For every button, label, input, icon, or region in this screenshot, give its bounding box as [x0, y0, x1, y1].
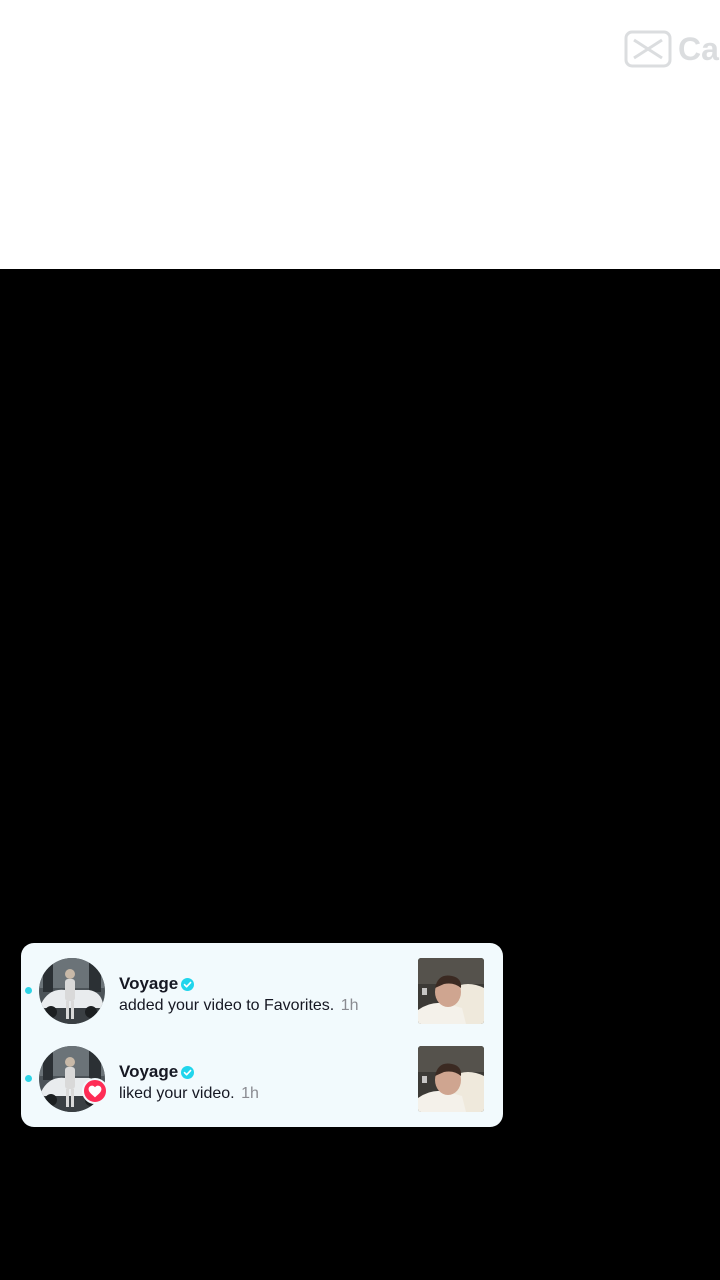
- verified-badge-icon: [181, 977, 195, 991]
- video-thumbnail[interactable]: [418, 1046, 484, 1112]
- capcut-logo-icon: Ca: [624, 30, 719, 68]
- notification-text: liked your video. 1h: [119, 1085, 259, 1103]
- username[interactable]: Voyage: [119, 974, 178, 994]
- top-white-area: Ca: [0, 0, 720, 269]
- notification-text: added your video to Favorites. 1h: [119, 997, 358, 1015]
- notification-card: Voyage added your video to Favorites. 1h: [21, 943, 503, 1127]
- username[interactable]: Voyage: [119, 1062, 178, 1082]
- unread-dot: [25, 1075, 32, 1082]
- username-line: Voyage: [119, 973, 195, 995]
- notification-row-like[interactable]: Voyage liked your video. 1h: [21, 1031, 503, 1119]
- verified-badge-icon: [181, 1065, 195, 1079]
- video-area[interactable]: [0, 269, 720, 1280]
- timestamp: 1h: [340, 997, 359, 1014]
- heart-icon: [88, 1085, 102, 1097]
- unread-dot: [25, 987, 32, 994]
- avatar[interactable]: [39, 958, 105, 1024]
- notification-row-favorites[interactable]: Voyage added your video to Favorites. 1h: [21, 943, 503, 1031]
- capcut-watermark: Ca: [620, 26, 720, 72]
- username-line: Voyage: [119, 1061, 195, 1083]
- video-thumbnail[interactable]: [418, 958, 484, 1024]
- like-badge: [82, 1078, 108, 1104]
- svg-text:Ca: Ca: [678, 31, 719, 67]
- action-text: liked your video.: [119, 1085, 235, 1102]
- action-text: added your video to Favorites.: [119, 997, 335, 1014]
- timestamp: 1h: [241, 1085, 259, 1102]
